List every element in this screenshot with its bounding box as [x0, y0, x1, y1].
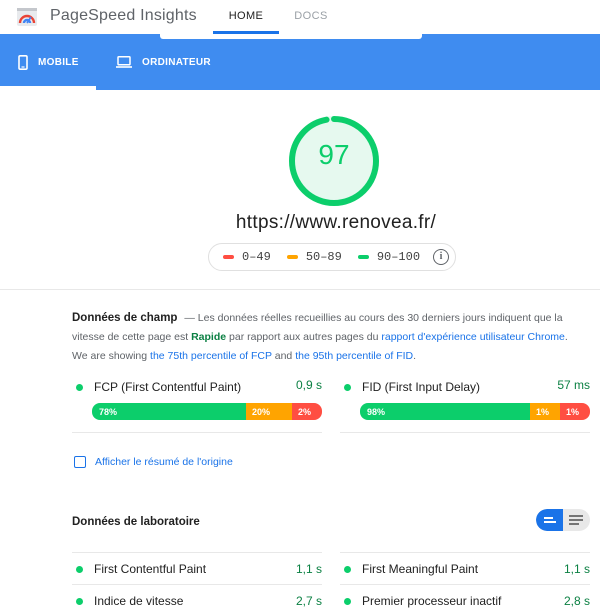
info-icon[interactable]: i	[433, 249, 449, 265]
top-bar: PageSpeed Insights HOME DOCS	[0, 0, 600, 34]
lab-metric-speed-index: Indice de vitesse	[76, 592, 183, 610]
view-icon-line	[569, 515, 583, 517]
section-divider	[0, 289, 600, 290]
legend-item-fast: 90–100	[357, 250, 421, 264]
metric-name: First Contentful Paint	[94, 562, 207, 576]
metric-value: 2,8 s	[563, 594, 590, 608]
distribution-slow: 2%	[292, 403, 322, 420]
distribution-slow: 1%	[560, 403, 590, 420]
fcp-distribution-bar: 78% 20% 2%	[92, 403, 322, 420]
compact-view-button[interactable]	[536, 509, 563, 531]
row-separator	[340, 552, 590, 553]
row-separator	[340, 584, 590, 585]
legend-swatch-fast	[357, 255, 369, 259]
status-dot-fast	[76, 597, 83, 605]
field-data-text: .	[413, 350, 417, 362]
metric-name: Premier processeur inactif	[362, 594, 502, 608]
performance-score: 97	[318, 139, 350, 170]
field-data-text: and	[274, 350, 293, 362]
status-dot-fast	[344, 565, 351, 573]
lab-metric-fcp: First Contentful Paint	[76, 560, 206, 578]
origin-summary-checkbox[interactable]	[74, 456, 86, 468]
status-dot-fast	[76, 565, 83, 573]
view-icon-line	[544, 521, 556, 523]
lab-metric-first-cpu-idle: Premier processeur inactif	[344, 592, 501, 610]
tab-mobile-label: MOBILE	[38, 56, 79, 68]
tab-desktop-label: ORDINATEUR	[142, 56, 211, 68]
metric-value: 1,1 s	[563, 562, 590, 576]
speed-category: Rapide	[191, 331, 227, 343]
row-separator	[340, 432, 590, 433]
analyzed-url: https://www.renovea.fr/	[235, 212, 437, 233]
view-toggle[interactable]	[536, 509, 590, 531]
legend-swatch-average	[286, 255, 298, 259]
legend-item-slow: 0–49	[223, 250, 271, 264]
tab-active-indicator	[0, 86, 96, 90]
status-dot-fast	[76, 383, 83, 391]
distribution-fast: 98%	[360, 403, 530, 420]
row-separator	[72, 432, 322, 433]
legend-item-average: 50–89	[286, 250, 342, 264]
legend-swatch-slow	[223, 255, 234, 259]
distribution-average: 20%	[246, 403, 292, 420]
metric-value: 2,7 s	[295, 594, 322, 608]
fid-percentile-link[interactable]: the 95th percentile of FID	[295, 350, 413, 362]
metric-name: First Meaningful Paint	[362, 562, 479, 576]
field-data-title: Données de champ	[72, 312, 178, 324]
status-dot-fast	[344, 597, 351, 605]
legend-label: 0–49	[242, 250, 271, 264]
distribution-fast: 78%	[92, 403, 246, 420]
phone-icon	[18, 54, 28, 70]
field-data-description: Données de champ — Les données réelles r…	[72, 309, 572, 366]
field-metric-fcp: FCP (First Contentful Paint)	[76, 378, 241, 396]
distribution-average: 1%	[530, 403, 560, 420]
tab-mobile[interactable]: MOBILE	[0, 34, 96, 90]
metric-value: 0,9 s	[295, 378, 322, 392]
origin-summary-toggle[interactable]: Afficher le résumé de l'origine	[74, 456, 233, 468]
row-separator	[72, 584, 322, 585]
metric-name: Indice de vitesse	[94, 594, 184, 608]
tab-desktop[interactable]: ORDINATEUR	[116, 34, 211, 90]
nav-tab-home[interactable]: HOME	[213, 10, 279, 22]
laptop-icon	[116, 56, 132, 68]
metric-value: 1,1 s	[295, 562, 322, 576]
view-icon-line	[544, 517, 553, 519]
view-icon-line	[569, 519, 583, 521]
fid-distribution-bar: 98% 1% 1%	[360, 403, 590, 420]
legend-label: 90–100	[376, 250, 421, 264]
pagespeed-logo-icon[interactable]	[16, 6, 38, 28]
metric-name: FID (First Input Delay)	[362, 380, 481, 394]
score-legend: 0–49 50–89 90–100 i	[208, 243, 456, 271]
view-icon-line	[569, 523, 579, 525]
fcp-percentile-link[interactable]: the 75th percentile of FCP	[150, 350, 272, 362]
lab-data-title: Données de laboratoire	[72, 516, 200, 528]
origin-summary-label: Afficher le résumé de l'origine	[95, 456, 233, 468]
legend-label: 50–89	[305, 250, 342, 264]
row-separator	[72, 552, 322, 553]
status-dot-fast	[344, 383, 351, 391]
app-title[interactable]: PageSpeed Insights	[50, 7, 197, 25]
lab-metric-fmp: First Meaningful Paint	[344, 560, 478, 578]
nav-tab-docs[interactable]: DOCS	[280, 10, 342, 22]
field-metric-fid: FID (First Input Delay)	[344, 378, 480, 396]
metric-name: FCP (First Contentful Paint)	[94, 380, 242, 394]
metric-value: 57 ms	[557, 378, 590, 392]
chrome-report-link[interactable]: rapport d'expérience utilisateur Chrome	[381, 331, 565, 343]
field-data-dash: —	[184, 312, 195, 324]
field-data-text: par rapport aux autres pages du	[229, 331, 379, 343]
